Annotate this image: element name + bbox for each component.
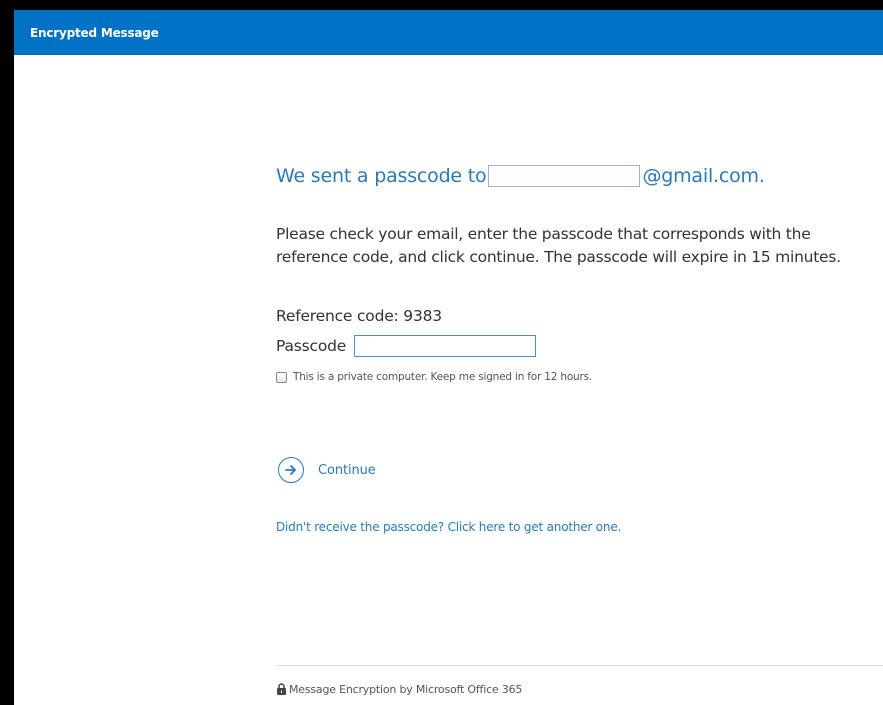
footer: Message Encryption by Microsoft Office 3… [276, 680, 522, 699]
keep-signed-in-row[interactable]: This is a private computer. Keep me sign… [276, 371, 592, 383]
email-redaction-box [488, 165, 641, 187]
passcode-row: Passcode [276, 335, 537, 357]
continue-label[interactable]: Continue [318, 463, 376, 478]
instructions-text: Please check your email, enter the passc… [276, 225, 841, 266]
heading-prefix: We sent a passcode to [276, 165, 487, 187]
app-title: Encrypted Message [30, 26, 159, 40]
keep-signed-in-label[interactable]: This is a private computer. Keep me sign… [293, 371, 592, 383]
header-bar: Encrypted Message [14, 10, 883, 55]
page-heading: We sent a passcode to @gmail.com. [276, 165, 765, 187]
lock-icon [276, 680, 287, 699]
footer-divider [276, 665, 883, 666]
continue-button[interactable]: Continue [278, 457, 376, 483]
arrow-right-circle-icon[interactable] [278, 457, 304, 483]
reference-code: Reference code: 9383 [276, 307, 442, 325]
footer-text: Message Encryption by Microsoft Office 3… [289, 683, 523, 696]
resend-passcode-link[interactable]: Didn't receive the passcode? Click here … [276, 520, 621, 534]
passcode-label: Passcode [276, 337, 347, 355]
page: Encrypted Message We sent a passcode to … [14, 10, 883, 705]
passcode-input[interactable] [354, 335, 537, 357]
screen-frame: Encrypted Message We sent a passcode to … [0, 0, 883, 705]
heading-suffix: @gmail.com. [642, 165, 765, 187]
keep-signed-in-checkbox[interactable] [276, 371, 287, 383]
